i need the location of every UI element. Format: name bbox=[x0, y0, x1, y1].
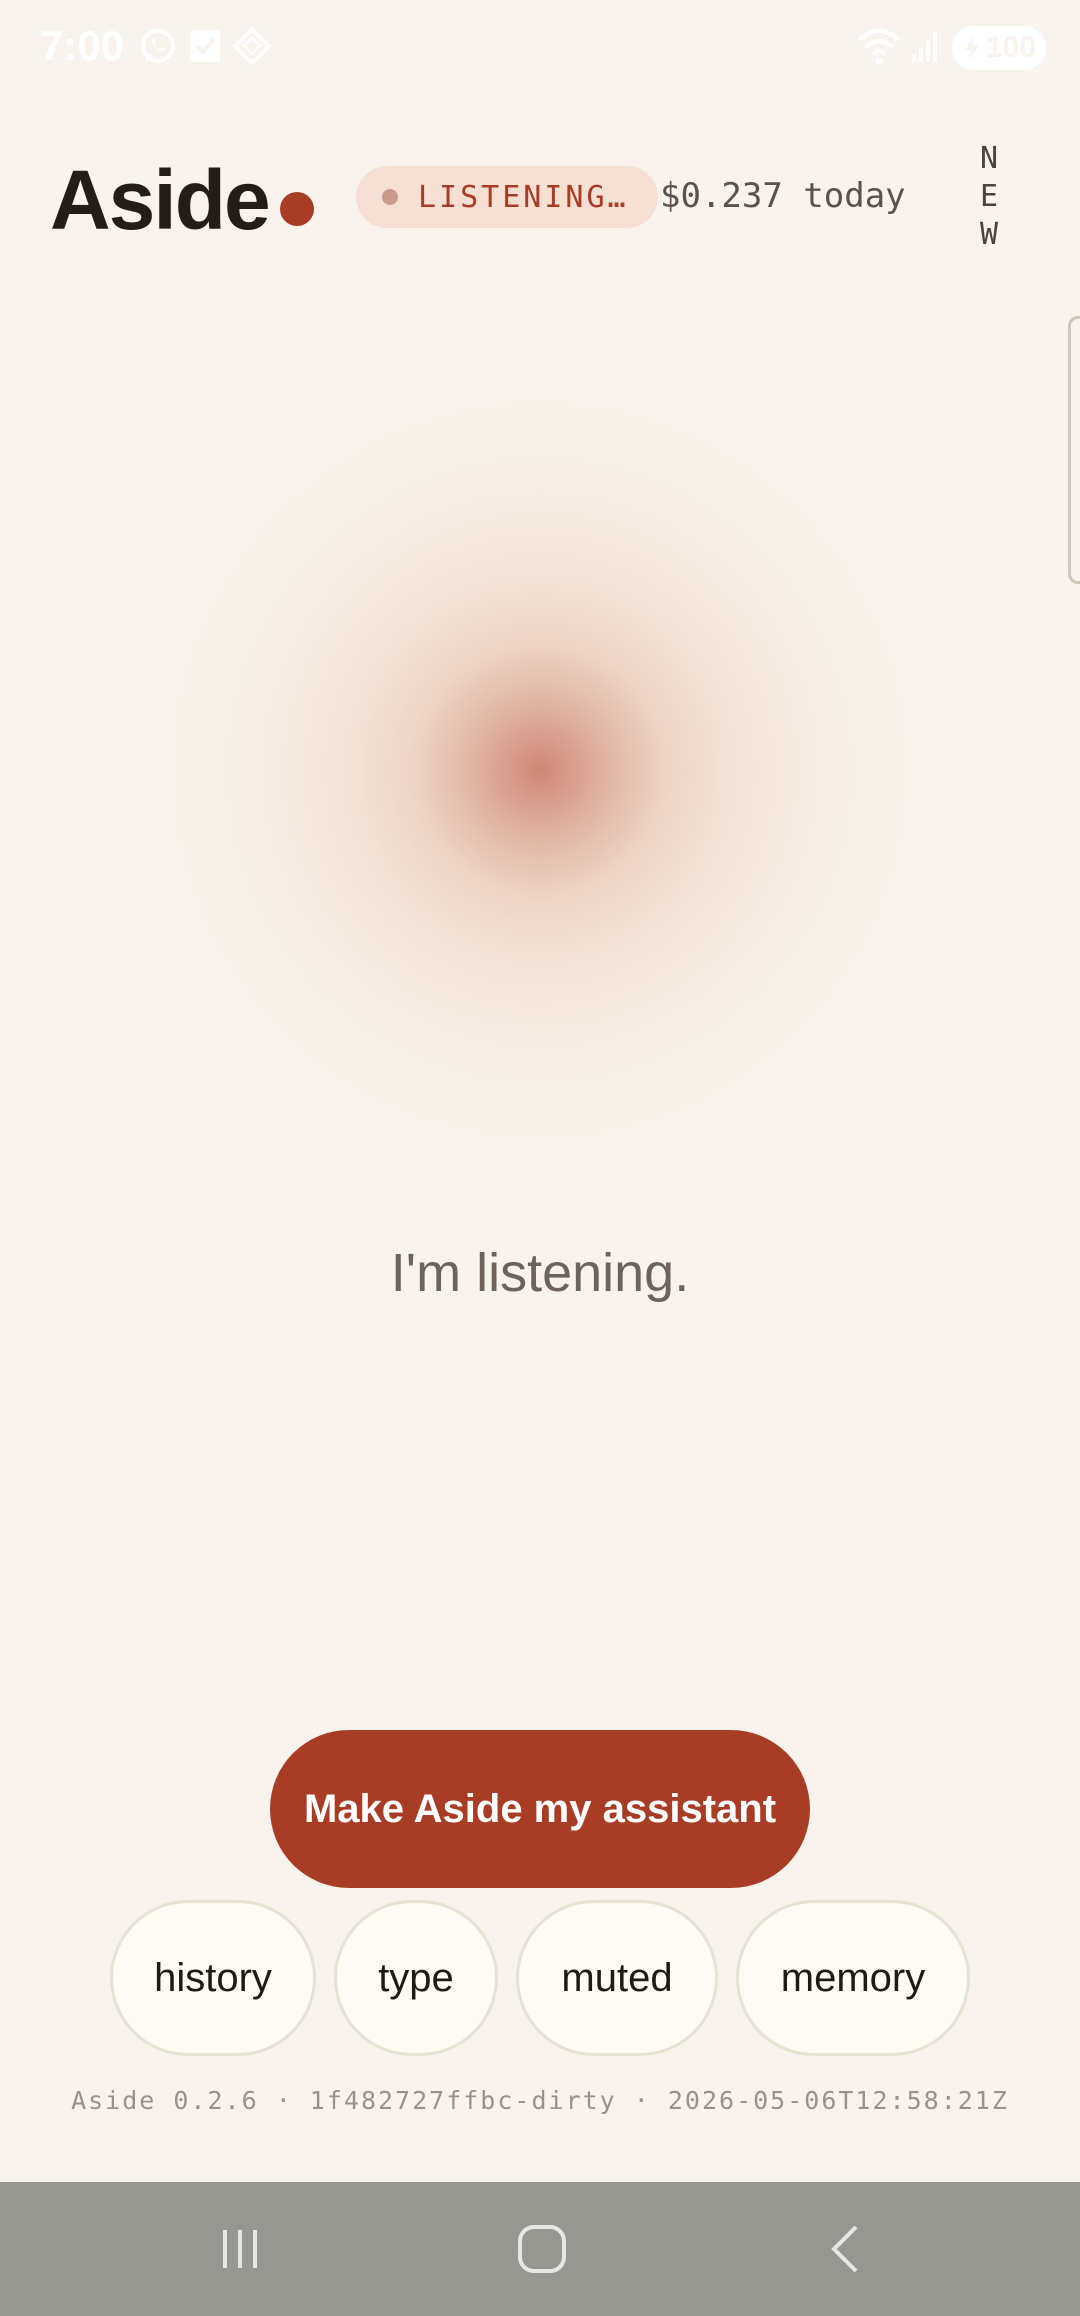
edge-panel-handle[interactable] bbox=[1068, 316, 1080, 584]
history-chip[interactable]: history bbox=[110, 1900, 316, 2056]
signal-icon bbox=[910, 26, 942, 71]
title-status-dot bbox=[280, 192, 314, 226]
new-letter: N bbox=[979, 141, 999, 176]
status-time: 7:00 bbox=[40, 22, 125, 69]
muted-chip[interactable]: muted bbox=[516, 1900, 718, 2056]
app-title: Aside bbox=[50, 153, 271, 247]
battery-icon: 100 bbox=[952, 26, 1046, 70]
battery-level: 100 bbox=[985, 31, 1037, 64]
status-dot-icon bbox=[382, 189, 398, 205]
daily-cost: $0.237 today bbox=[660, 176, 906, 216]
new-letter: E bbox=[979, 179, 999, 214]
listening-orb bbox=[140, 370, 940, 1170]
recent-apps-icon[interactable] bbox=[160, 2182, 320, 2316]
screen: 7:00 100 Aside LISTENING… $0.237 today N… bbox=[0, 0, 1080, 2316]
memory-chip[interactable]: memory bbox=[736, 1900, 970, 2056]
wifi-icon bbox=[856, 26, 902, 71]
type-chip[interactable]: type bbox=[334, 1900, 498, 2056]
listening-status-pill[interactable]: LISTENING… bbox=[356, 166, 658, 228]
make-assistant-button[interactable]: Make Aside my assistant bbox=[270, 1730, 810, 1888]
version-info: Aside 0.2.6 · 1f482727ffbc-dirty · 2026-… bbox=[71, 2086, 1009, 2115]
whatsapp-icon bbox=[138, 26, 178, 71]
task-icon bbox=[188, 26, 224, 71]
app-diamond-icon bbox=[232, 26, 272, 71]
back-icon[interactable] bbox=[766, 2182, 926, 2316]
navigation-bar bbox=[0, 2182, 1080, 2316]
new-letter: W bbox=[979, 217, 999, 252]
new-button[interactable]: N E W bbox=[972, 140, 1006, 254]
listening-status-label: LISTENING… bbox=[418, 179, 629, 215]
listening-message: I'm listening. bbox=[390, 1243, 690, 1303]
home-icon[interactable] bbox=[462, 2182, 622, 2316]
status-bar: 7:00 100 bbox=[0, 0, 1080, 96]
